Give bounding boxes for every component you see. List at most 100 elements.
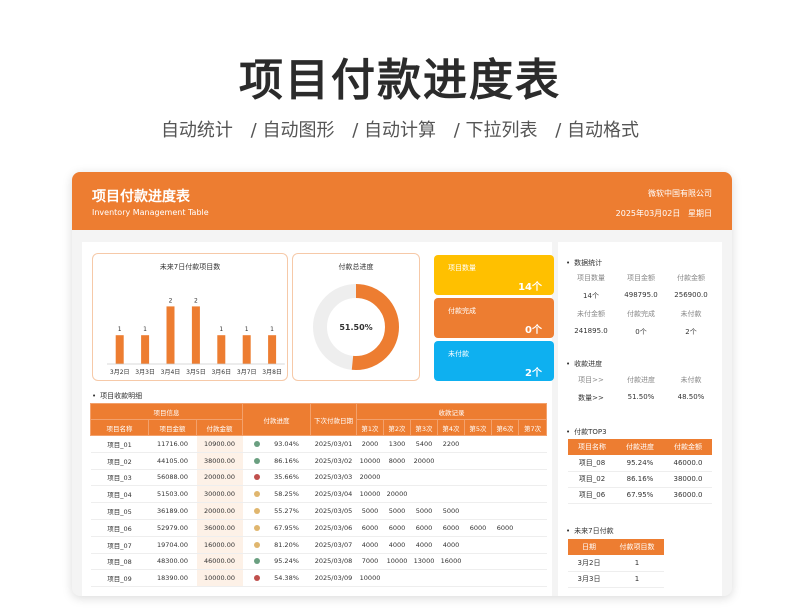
cell-record: 1300 <box>383 435 411 453</box>
cell-record: 6000 <box>356 519 384 537</box>
stats-section-title: 数据统计 <box>566 258 602 268</box>
next7-row-cell: 1 <box>610 555 664 572</box>
table-row: 项目_04 51503.00 30000.00 58.25% 2025/03/04 100… <box>90 485 547 504</box>
cell-record: 10000 <box>383 553 411 571</box>
cell-next-date: 2025/03/07 <box>310 536 357 554</box>
progress-text: 35.66% <box>274 473 299 482</box>
progress-section-title: 收款进度 <box>566 359 602 369</box>
cell-record: 4000 <box>410 536 438 554</box>
top3-row-cell: 项目_06 <box>568 487 616 504</box>
cell-record <box>464 502 492 520</box>
stat-label: 项目数量 <box>577 274 605 282</box>
progress-text: 81.20% <box>274 540 299 549</box>
cell-paid: 38000.00 <box>196 452 243 470</box>
bar <box>166 306 175 364</box>
cell-record <box>518 569 547 588</box>
cell-record <box>518 502 547 520</box>
dashboard-header: 项目付款进度表 Inventory Management Table 微软中国有… <box>72 172 732 230</box>
cell-record <box>464 485 492 504</box>
feature-item: / 下拉列表 <box>453 120 538 141</box>
cell-record: 10000 <box>356 569 384 588</box>
cell-record <box>437 485 465 504</box>
x-tick-label: 3月8日 <box>262 369 282 376</box>
cell-record <box>518 553 547 571</box>
cell-record <box>491 502 519 520</box>
top3-row: 项目_06 67.95% 36000.0 <box>568 487 712 504</box>
kpi-project-count: 项目数量 14个 <box>434 255 554 295</box>
table-row: 项目_05 36189.00 20000.00 55.27% 2025/03/05 500… <box>90 502 547 520</box>
cell-progress: 54.38% <box>242 569 311 588</box>
detail-section-title: 项目收款明细 <box>92 391 142 401</box>
donut-panel: 付款总进度 51.50% <box>292 253 420 381</box>
cell-record <box>491 569 519 588</box>
cell-record: 5400 <box>410 435 438 453</box>
cell-record <box>464 553 492 571</box>
col-paid: 付款金额 <box>196 419 243 436</box>
group-header-records: 收款记录 <box>355 403 548 420</box>
cell-record: 6000 <box>491 519 519 537</box>
col-next-date: 下次付款日期 <box>310 403 357 436</box>
cell-next-date: 2025/03/01 <box>310 435 357 453</box>
cell-name: 项目_07 <box>90 536 149 554</box>
page-title: 项目付款进度表 <box>239 55 561 106</box>
cell-record <box>518 485 547 504</box>
stat-label: 付款完成 <box>627 310 655 318</box>
cell-amount: 36189.00 <box>148 502 197 520</box>
cell-record <box>518 536 547 554</box>
cell-progress: 67.95% <box>242 519 311 537</box>
bar-data-label: 1 <box>143 326 147 333</box>
cell-record: 7000 <box>356 553 384 571</box>
cell-progress: 35.66% <box>242 469 311 487</box>
cell-progress: 95.24% <box>242 553 311 571</box>
cell-name: 项目_02 <box>90 452 149 470</box>
bar <box>268 335 277 364</box>
top3-row-cell: 86.16% <box>616 471 664 488</box>
cell-record <box>491 469 519 487</box>
top3-row-cell: 46000.0 <box>664 455 712 472</box>
feature-item: / 自动计算 <box>352 120 436 141</box>
col-progress: 付款进度 <box>242 403 311 436</box>
cell-next-date: 2025/03/04 <box>310 485 357 504</box>
progress-label: 付款进度 <box>627 376 655 384</box>
cell-progress: 86.16% <box>242 452 311 470</box>
cell-record: 2000 <box>356 435 384 453</box>
status-dot <box>254 541 261 548</box>
date: 2025年03月02日 <box>615 209 681 218</box>
next7-col: 付款项目数 <box>610 539 664 555</box>
cell-record: 6000 <box>383 519 411 537</box>
cell-record: 5000 <box>383 502 411 520</box>
col-r1: 第1次 <box>356 419 384 436</box>
cell-next-date: 2025/03/09 <box>310 569 357 588</box>
col-r7: 第7次 <box>517 419 548 436</box>
stat-label: 未付金额 <box>577 310 605 318</box>
cell-record: 20000 <box>356 469 384 487</box>
status-dot <box>254 440 261 447</box>
col-r2: 第2次 <box>383 419 411 436</box>
progress-value: 51.50% <box>627 393 655 401</box>
top3-row-cell: 95.24% <box>616 455 664 472</box>
col-amount: 项目金额 <box>148 419 197 436</box>
cell-paid: 46000.00 <box>196 553 243 571</box>
cell-record <box>464 569 492 588</box>
cell-progress: 81.20% <box>242 536 311 554</box>
stat-label: 未付款 <box>680 310 702 318</box>
cell-name: 项目_09 <box>90 569 149 588</box>
cell-paid: 10000.00 <box>196 569 243 588</box>
cell-record: 16000 <box>437 553 465 571</box>
weekday: 星期日 <box>688 209 712 218</box>
bar-chart: 1 3月2日 1 3月3日 2 3月4日 2 3月5日 1 3月6日 1 3月7日 1 3月8日 <box>107 297 285 376</box>
cell-record <box>437 469 465 487</box>
bar-chart-panel: 未来7日付款项目数 1 3月2日 1 3月3日 2 3月4日 2 3月5日 1 3月6日 1 3月7日… <box>92 253 288 381</box>
kpi-value: 0个 <box>525 325 542 336</box>
cell-record <box>464 452 492 470</box>
cell-amount: 52979.00 <box>148 519 197 537</box>
cell-record <box>518 469 547 487</box>
kpi-value: 14个 <box>518 282 542 293</box>
dashboard-card: 项目付款进度表 Inventory Management Table 微软中国有… <box>72 172 732 596</box>
cell-record: 6000 <box>464 519 492 537</box>
group-header-info: 项目信息 <box>90 403 243 420</box>
progress-text: 58.25% <box>274 490 299 499</box>
top3-row-cell: 38000.0 <box>664 471 712 488</box>
cell-amount: 48300.00 <box>148 553 197 571</box>
progress-grid: 项目>> 付款进度 未付款 数量>> 51.50% 48.50% <box>566 375 716 411</box>
